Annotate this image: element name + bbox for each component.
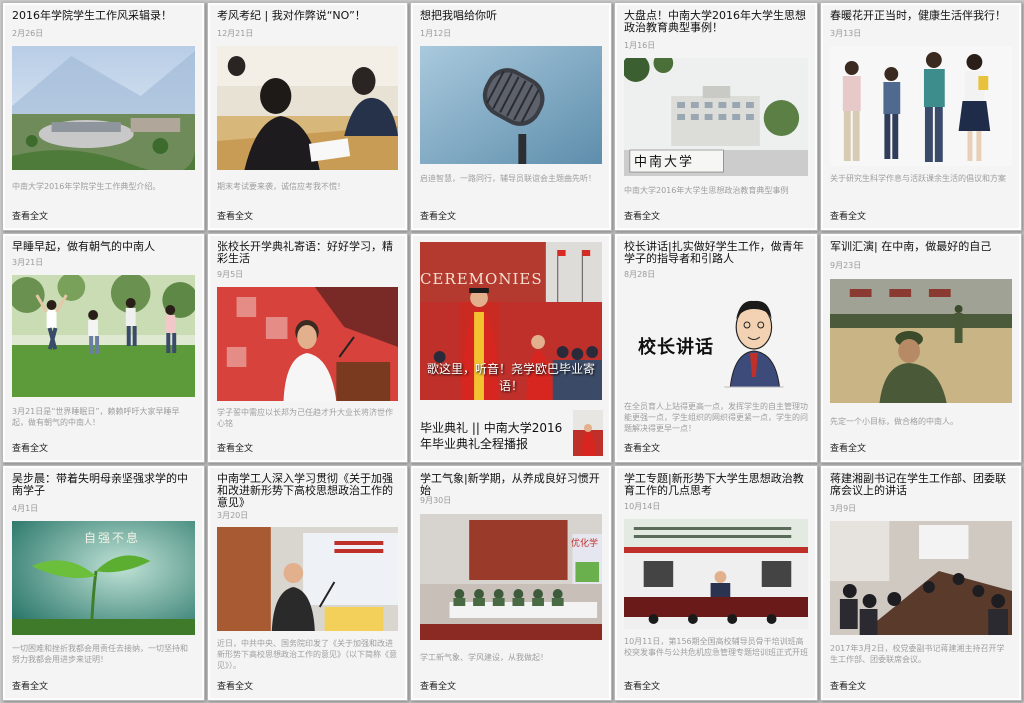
article-title[interactable]: 校长讲话|扎实做好学生工作，做青年学子的指导者和引路人 — [624, 241, 808, 265]
article-date: 2月26日 — [12, 29, 44, 38]
read-more-link[interactable]: 查看全文 — [217, 679, 253, 692]
article-title[interactable]: 2016年学院学生工作风采辑录！ — [12, 10, 195, 22]
article-date: 12月21日 — [217, 29, 254, 38]
article-card-6[interactable]: 早睡早起，做有朝气的中南人 3月21日 3月21日是“世界睡眠日”，赖赖呼吁大家… — [2, 233, 205, 463]
article-card-15[interactable]: 蒋建湘副书记在学生工作部、团委联席会议上的讲话 3月9日 2017年3月2日，校… — [820, 465, 1022, 701]
graduation-thumbnail-photo[interactable] — [573, 410, 603, 456]
read-more-link[interactable]: 查看全文 — [217, 209, 253, 222]
article-title[interactable]: 早睡早起，做有朝气的中南人 — [12, 241, 195, 253]
article-title[interactable]: 吴步晨：带着失明母亲坚强求学的中南学子 — [12, 473, 195, 497]
article-excerpt: 中南大学2016年大学生思想政治教育典型事例 — [624, 186, 789, 195]
president-speech-photo[interactable] — [217, 287, 398, 401]
article-date: 3月9日 — [830, 504, 857, 513]
meeting-hall-photo[interactable]: 优化学 — [420, 514, 602, 640]
article-title[interactable]: 学工专题|新形势下大学生思想政治教育工作的几点思考 — [624, 473, 808, 497]
illustration-motto: 自强不息 — [84, 531, 141, 545]
article-title[interactable]: 大盘点！中南大学2016年大学生思想政治教育典型事例！ — [624, 10, 808, 34]
military-training-photo[interactable] — [830, 279, 1012, 403]
read-more-link[interactable]: 查看全文 — [624, 441, 660, 454]
article-title[interactable]: 张校长开学典礼寄语：好好学习，精彩生活 — [217, 241, 398, 265]
article-excerpt: 关于研究生科学作息与活跃课余生活的倡议和方案 — [830, 174, 1006, 183]
gate-sign-text: 中南大学 — [634, 155, 695, 170]
article-date: 9月5日 — [217, 270, 244, 279]
article-card-5[interactable]: 春暖花开正当时，健康生活伴我行！ 3月13日 关于研究生科学作息与活跃课余生活的… — [820, 2, 1022, 231]
article-excerpt: 3月21日是“世界睡眠日”，赖赖呼吁大家早睡早起，做有朝气的中南人！ — [12, 407, 180, 427]
article-title[interactable]: 蒋建湘副书记在学生工作部、团委联席会议上的讲话 — [830, 473, 1012, 497]
campus-gate-photo[interactable]: 中南大学 — [624, 58, 808, 176]
ceremony-banner-text: CEREMONIES — [420, 270, 543, 288]
article-headline[interactable]: 毕业典礼 || 中南大学2016年毕业典礼全程播报 — [420, 420, 570, 452]
article-card-12[interactable]: 中南学工人深入学习贯彻《关于加强和改进新形势下高校思想政治工作的意见》 3月20… — [207, 465, 408, 701]
article-card-7[interactable]: 张校长开学典礼寄语：好好学习，精彩生活 9月5日 学子誓中需应以长邦为己任趋才升… — [207, 233, 408, 463]
seedling-illustration[interactable]: 自强不息 — [12, 521, 195, 635]
article-excerpt: 近日，中共中央、国务院印发了《关于加强和改进新形势下高校思想政治工作的意见》（以… — [217, 639, 397, 670]
read-more-link[interactable]: 查看全文 — [217, 441, 253, 454]
article-date: 10月14日 — [624, 502, 661, 511]
students-standing-photo[interactable] — [830, 46, 1012, 166]
campus-aerial-photo[interactable] — [12, 46, 195, 170]
read-more-link[interactable]: 查看全文 — [420, 679, 456, 692]
read-more-link[interactable]: 查看全文 — [12, 679, 48, 692]
read-more-link[interactable]: 查看全文 — [12, 441, 48, 454]
read-more-link[interactable]: 查看全文 — [624, 209, 660, 222]
poster-text: 优化学 — [570, 539, 598, 549]
article-date: 1月12日 — [420, 29, 452, 38]
article-date: 9月23日 — [830, 261, 862, 270]
read-more-link[interactable]: 查看全文 — [12, 209, 48, 222]
read-more-link[interactable]: 查看全文 — [830, 679, 866, 692]
read-more-link[interactable]: 查看全文 — [420, 209, 456, 222]
training-conference-photo[interactable] — [624, 519, 808, 629]
article-title[interactable]: 学工气象|新学期，从养成良好习惯开始 — [420, 473, 602, 497]
students-jumping-photo[interactable] — [12, 275, 195, 397]
article-card-9[interactable]: 校长讲话|扎实做好学生工作，做青年学子的指导者和引路人 8月28日 校长讲话 在… — [614, 233, 818, 463]
article-title[interactable]: 军训汇演| 在中南，做最好的自己 — [830, 241, 1012, 253]
article-card-2[interactable]: 考风考纪 | 我对作弊说“NO”！ 12月21日 期末考试要来袭，诚信应考我不慌… — [207, 2, 408, 231]
article-date: 1月16日 — [624, 41, 656, 50]
article-title[interactable]: 考风考纪 | 我对作弊说“NO”！ — [217, 10, 398, 22]
article-card-14[interactable]: 学工专题|新形势下大学生思想政治教育工作的几点思考 10月14日 10月11日，… — [614, 465, 818, 701]
article-title[interactable]: 中南学工人深入学习贯彻《关于加强和改进新形势下高校思想政治工作的意见》 — [217, 473, 398, 509]
article-title[interactable]: 春暖花开正当时，健康生活伴我行！ — [830, 10, 1012, 22]
article-excerpt: 学工新气象、学风建设，从我做起！ — [420, 653, 548, 662]
article-excerpt: 2017年3月2日，校党委副书记蒋建湘主持召开学生工作部、团委联席会议。 — [830, 644, 1005, 664]
article-excerpt: 一切困难和挫折我都会用责任去接纳，一切坚持和努力我都会用进步来证明！ — [12, 644, 188, 664]
article-excerpt: 启迪智慧，一路同行，辅导员联谊会主题曲先听！ — [420, 174, 596, 183]
article-card-11[interactable]: 吴步晨：带着失明母亲坚强求学的中南学子 4月1日 自强不息 一切困难和挫折我都会… — [2, 465, 205, 701]
graduation-ceremony-photo[interactable]: CEREMONIES 歌这里，听音！尧学欧巴毕业寄语！ — [420, 242, 602, 400]
image-caption: 歌这里，听音！尧学欧巴毕业寄语！ — [426, 362, 595, 393]
lecture-speaker-photo[interactable] — [217, 527, 398, 631]
read-more-link[interactable]: 查看全文 — [830, 441, 866, 454]
article-excerpt: 学子誓中需应以长邦为己任趋才升大业长将济世作心铭 — [217, 408, 393, 428]
article-excerpt: 先定一个小目标，做合格的中南人。 — [830, 417, 958, 426]
article-date: 3月21日 — [12, 258, 44, 267]
article-card-3[interactable]: 想把我唱给你听 1月12日 启迪智慧，一路同行，辅导员联谊会主题曲先听！ 查看全… — [410, 2, 612, 231]
article-card-8[interactable]: CEREMONIES 歌这里，听音！尧学欧巴毕业寄语！ 毕业典礼 || 中南大学… — [410, 233, 612, 463]
article-excerpt: 10月11日，第156期全国高校辅导员骨干培训班高校突发事件与公共危机应急管理专… — [624, 637, 808, 657]
read-more-link[interactable]: 查看全文 — [830, 209, 866, 222]
article-excerpt: 中南大学2016年学院学生工作典型介绍。 — [12, 182, 161, 191]
article-card-1[interactable]: 2016年学院学生工作风采辑录！ 2月26日 中南大学2016年学院学生工作典型… — [2, 2, 205, 231]
microphone-photo[interactable] — [420, 46, 602, 164]
read-more-link[interactable]: 查看全文 — [624, 679, 660, 692]
article-date: 4月1日 — [12, 504, 39, 513]
article-date: 3月13日 — [830, 29, 862, 38]
students-taking-exam-photo[interactable] — [217, 46, 398, 170]
article-card-4[interactable]: 大盘点！中南大学2016年大学生思想政治教育典型事例！ 1月16日 中南大学 中… — [614, 2, 818, 231]
article-card-13[interactable]: 学工气象|新学期，从养成良好习惯开始 9月30日 优化学 学工新气象、学风建设，… — [410, 465, 612, 701]
article-date: 8月28日 — [624, 270, 656, 279]
president-cartoon-illustration[interactable]: 校长讲话 — [624, 287, 808, 401]
article-date: 3月20日 — [217, 511, 249, 520]
article-title[interactable]: 想把我唱给你听 — [420, 10, 602, 22]
article-excerpt: 在全员育人上站得更高一点，发挥学生的自主管理功能更强一点，学生组织的网织得更紧一… — [624, 402, 808, 433]
illustration-label: 校长讲话 — [638, 337, 714, 358]
article-date: 9月30日 — [420, 496, 452, 505]
article-card-10[interactable]: 军训汇演| 在中南，做最好的自己 9月23日 先定一个小目标，做合格的中南人。 … — [820, 233, 1022, 463]
joint-meeting-photo[interactable] — [830, 521, 1012, 635]
article-excerpt: 期末考试要来袭，诚信应考我不慌！ — [217, 182, 345, 191]
